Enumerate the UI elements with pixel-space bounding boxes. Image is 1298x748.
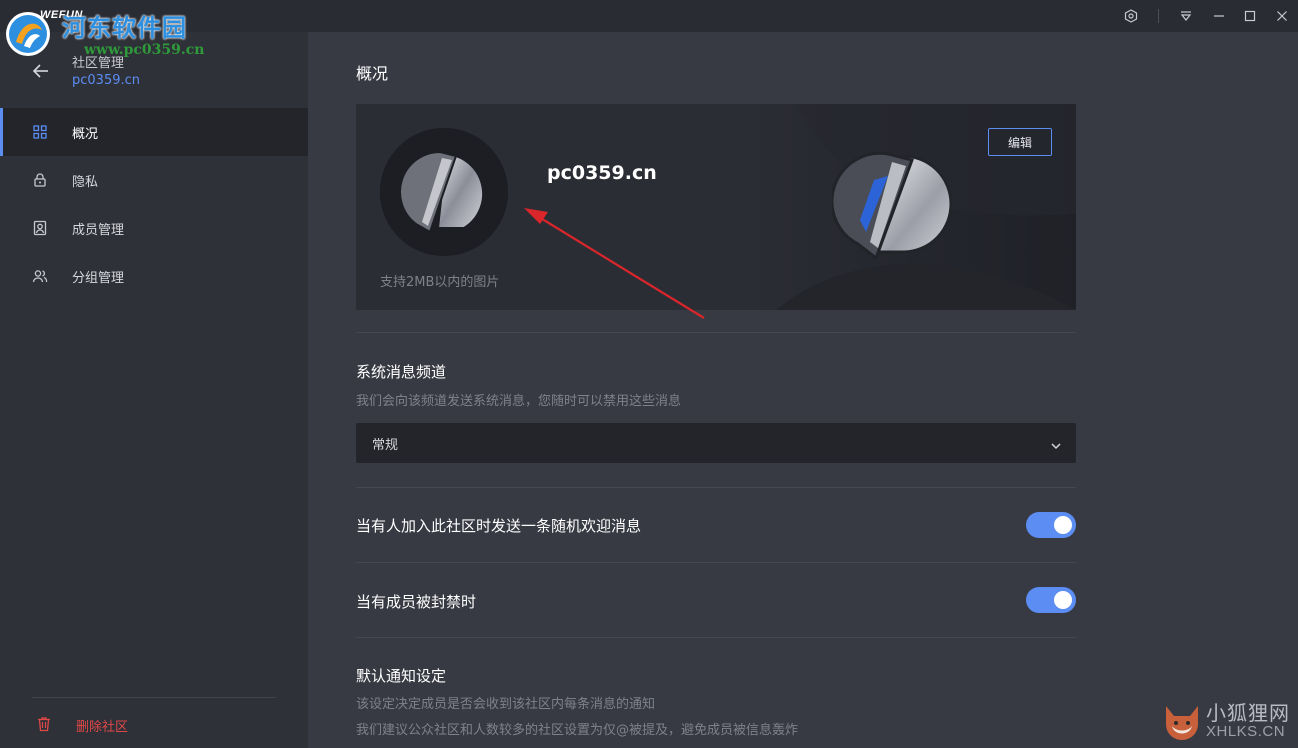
maximize-icon[interactable] bbox=[1240, 6, 1260, 26]
sidebar-item-groups[interactable]: 分组管理 bbox=[0, 252, 308, 300]
sidebar-item-label: 隐私 bbox=[72, 175, 99, 190]
main-content: 概况 pc0359.cn 支持2MB以内的图片 编辑 系统消息频道 我们会向该频… bbox=[308, 32, 1296, 748]
community-subtitle: pc0359.cn bbox=[72, 73, 141, 88]
back-arrow-icon[interactable] bbox=[30, 60, 52, 82]
title-bar: WEFUN bbox=[0, 0, 1298, 32]
avatar-size-hint: 支持2MB以内的图片 bbox=[380, 275, 500, 290]
delete-community-button[interactable]: 删除社区 bbox=[0, 708, 308, 742]
ban-notice-toggle[interactable] bbox=[1026, 587, 1076, 613]
edit-button[interactable]: 编辑 bbox=[988, 128, 1052, 156]
delete-community-label: 删除社区 bbox=[76, 720, 129, 735]
toggle-knob bbox=[1054, 591, 1072, 609]
sidebar-item-members[interactable]: 成员管理 bbox=[0, 204, 308, 252]
fox-logo-icon bbox=[1166, 706, 1198, 740]
chevron-down-icon bbox=[1050, 437, 1062, 450]
system-channel-select[interactable]: 常规 bbox=[356, 423, 1076, 463]
community-name: pc0359.cn bbox=[547, 162, 657, 184]
system-channel-desc: 我们会向该频道发送系统消息，您随时可以禁用这些消息 bbox=[356, 394, 682, 409]
sidebar-item-privacy[interactable]: 隐私 bbox=[0, 156, 308, 204]
watermark-url: www.pc0359.cn bbox=[84, 42, 205, 58]
banner-logo-image bbox=[830, 140, 953, 270]
toggle-knob bbox=[1054, 516, 1072, 534]
group-icon bbox=[32, 268, 48, 284]
community-banner: pc0359.cn 支持2MB以内的图片 编辑 bbox=[356, 104, 1076, 310]
lock-icon bbox=[32, 172, 48, 188]
system-channel-value: 常规 bbox=[372, 438, 399, 453]
sidebar-divider bbox=[32, 697, 276, 698]
welcome-message-toggle[interactable] bbox=[1026, 512, 1076, 538]
section-divider bbox=[356, 332, 1076, 333]
watermark-name: 河东软件园 bbox=[62, 13, 187, 42]
sidebar: 社区管理 pc0359.cn 概况 隐私 成员管理 分组管理 删除社区 bbox=[0, 32, 308, 748]
sidebar-item-label: 成员管理 bbox=[72, 223, 125, 238]
watermark-logo bbox=[6, 12, 50, 56]
notify-desc-1: 该设定决定成员是否会收到该社区内每条消息的通知 bbox=[356, 697, 656, 712]
ban-notice-label: 当有成员被封禁时 bbox=[356, 593, 477, 611]
notify-desc-2: 我们建议公众社区和人数较多的社区设置为仅@被提及，避免成员被信息轰炸 bbox=[356, 723, 799, 738]
watermark-en: XHLKS.CN bbox=[1206, 723, 1286, 740]
notify-title: 默认通知设定 bbox=[356, 667, 447, 685]
sidebar-item-overview[interactable]: 概况 bbox=[0, 108, 308, 156]
sidebar-item-label: 分组管理 bbox=[72, 271, 125, 286]
close-icon[interactable] bbox=[1272, 6, 1292, 26]
menu-dropdown-icon[interactable] bbox=[1176, 6, 1196, 26]
system-channel-title: 系统消息频道 bbox=[356, 363, 447, 381]
welcome-message-label: 当有人加入此社区时发送一条随机欢迎消息 bbox=[356, 517, 642, 535]
hexagon-icon[interactable] bbox=[1121, 6, 1141, 26]
grid-icon bbox=[32, 124, 48, 140]
titlebar-separator bbox=[1158, 9, 1159, 23]
community-avatar[interactable] bbox=[380, 128, 508, 256]
minimize-icon[interactable] bbox=[1209, 6, 1229, 26]
section-divider bbox=[356, 487, 1076, 488]
member-card-icon bbox=[32, 220, 48, 236]
watermark-cn: 小狐狸网 bbox=[1206, 701, 1290, 725]
page-title: 概况 bbox=[356, 64, 389, 83]
trash-icon bbox=[36, 716, 52, 732]
section-divider bbox=[356, 637, 1076, 638]
sidebar-item-label: 概况 bbox=[72, 127, 99, 142]
section-divider bbox=[356, 562, 1076, 563]
